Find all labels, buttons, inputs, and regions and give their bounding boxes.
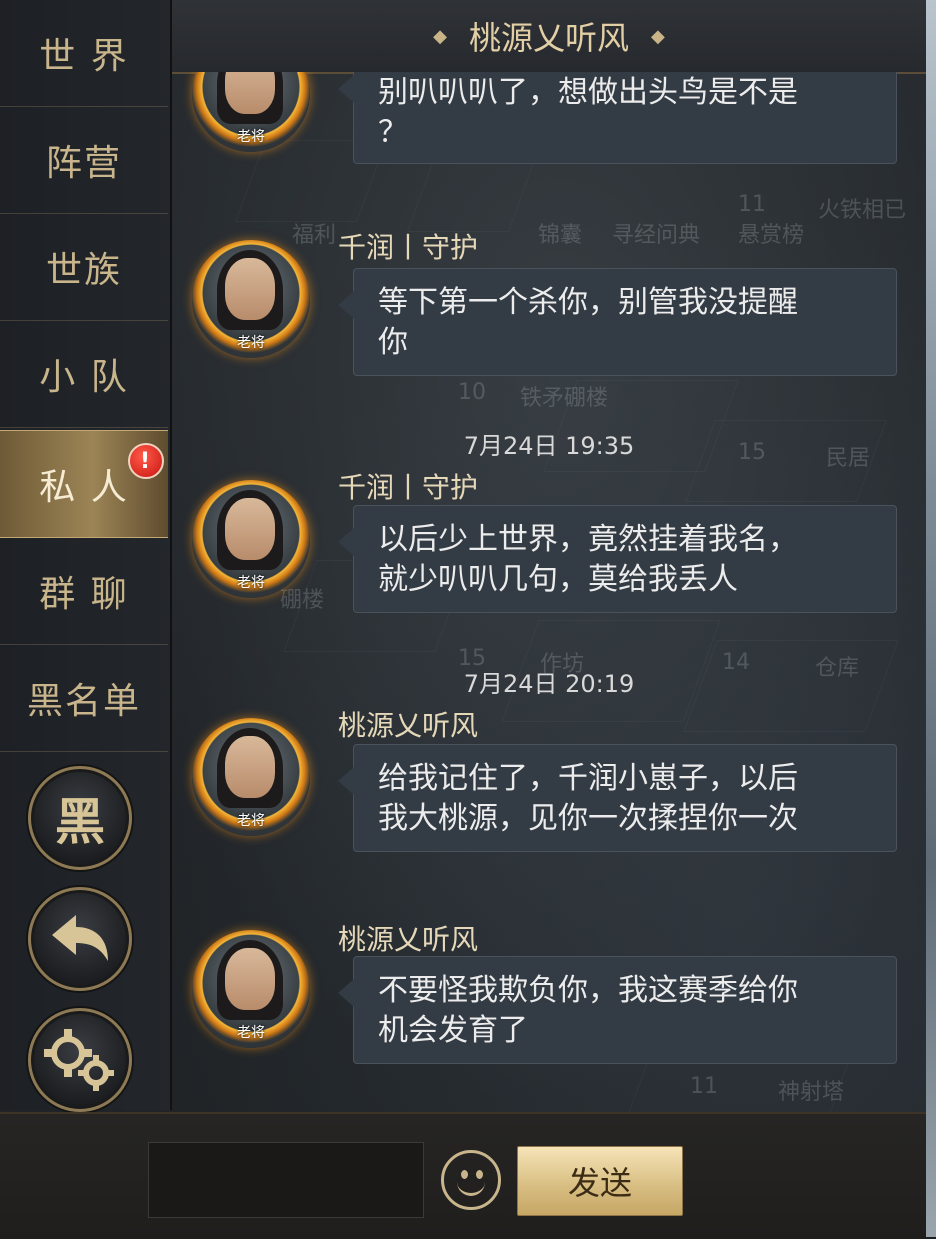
message-line: 我大桃源，见你一次揉捏你一次 [378, 801, 798, 836]
chat-titlebar: ◆ 桃源乂听风 ◆ [172, 0, 926, 74]
message-list[interactable]: 老将 别叭叭叭了，想做出头鸟是不是 ？ 千润丨守护 老将 等下第一个杀你，别管我… [172, 72, 926, 1110]
sender-name: 千润丨守护 [338, 231, 479, 264]
message-line: 等下第一个杀你，别管我没提醒 [378, 285, 798, 320]
gear-icon [44, 1029, 114, 1091]
tab-team[interactable]: 小 队 [0, 321, 168, 428]
avatar-tag: 老将 [237, 575, 265, 591]
settings-button[interactable] [28, 1008, 132, 1112]
tab-group-chat[interactable]: 群 聊 [0, 538, 168, 645]
message-line: 机会发育了 [378, 1013, 528, 1048]
message-bubble: 别叭叭叭了，想做出头鸟是不是 ？ [338, 72, 897, 164]
avatar-tag: 老将 [237, 129, 265, 145]
avatar-face [225, 948, 275, 1010]
message-line: ？ [378, 115, 408, 150]
send-button-label: 发送 [567, 1164, 632, 1202]
tab-label: 私 人 [39, 467, 129, 508]
message-line: 你 [378, 325, 408, 360]
avatar-face [225, 72, 275, 114]
message-bubble: 以后少上世界，竟然挂着我名， 就少叭叭几句，莫给我丢人 [338, 505, 897, 613]
send-button[interactable]: 发送 [517, 1146, 683, 1216]
tab-label: 世族 [45, 250, 122, 291]
smiley-mouth-icon [457, 1175, 485, 1196]
message-line: 给我记住了，千润小崽子，以后 [378, 761, 798, 796]
avatar[interactable]: 老将 [192, 718, 310, 836]
tab-faction[interactable]: 阵营 [0, 107, 168, 214]
avatar-face [225, 498, 275, 560]
tab-label: 阵营 [45, 143, 122, 184]
avatar[interactable]: 老将 [192, 930, 310, 1048]
tab-world[interactable]: 世 界 [0, 0, 168, 107]
avatar-tag: 老将 [237, 1025, 265, 1041]
message-bubble: 等下第一个杀你，别管我没提醒 你 [338, 268, 897, 376]
message-bubble: 给我记住了，千润小崽子，以后 我大桃源，见你一次揉捏你一次 [338, 744, 897, 852]
avatar-tag: 老将 [237, 335, 265, 351]
back-arrow-icon [52, 915, 108, 961]
message-line: 别叭叭叭了，想做出头鸟是不是 [378, 75, 798, 110]
sender-name: 桃源乂听风 [338, 709, 479, 742]
blacklist-button[interactable]: 黑 [28, 766, 132, 870]
message-line: 就少叭叭几句，莫给我丢人 [378, 562, 738, 597]
back-button[interactable] [28, 887, 132, 991]
tab-blacklist[interactable]: 黑名单 [0, 645, 168, 752]
chat-input-bar: 发送 [0, 1112, 926, 1239]
blacklist-button-label: 黑 [55, 792, 105, 851]
sender-name: 千润丨守护 [338, 471, 479, 504]
tab-label: 小 队 [39, 357, 129, 398]
message-bubble: 不要怪我欺负你，我这赛季给你 机会发育了 [338, 956, 897, 1064]
avatar[interactable]: 老将 [192, 480, 310, 598]
message-line: 以后少上世界，竟然挂着我名， [378, 522, 798, 557]
tab-label: 群 聊 [39, 574, 129, 615]
diamond-ornament-icon: ◆ [433, 25, 447, 47]
message-timestamp: 7月24日 19:35 [463, 432, 635, 460]
avatar-face [225, 258, 275, 320]
channel-sidebar: 世 界 阵营 世族 小 队 私 人 ! 群 聊 黑名单 黑 [0, 0, 172, 1112]
emoji-button[interactable] [441, 1150, 501, 1210]
chat-partner-title: 桃源乂听风 [468, 19, 629, 57]
avatar[interactable]: 老将 [192, 240, 310, 358]
avatar-face [225, 736, 275, 798]
avatar-tag: 老将 [237, 813, 265, 829]
avatar[interactable]: 老将 [192, 72, 310, 152]
tab-private[interactable]: 私 人 ! [0, 430, 168, 538]
diamond-ornament-icon: ◆ [651, 25, 665, 47]
message-timestamp: 7月24日 20:19 [463, 670, 635, 698]
tab-clan[interactable]: 世族 [0, 214, 168, 321]
tab-label: 世 界 [39, 36, 129, 77]
message-line: 不要怪我欺负你，我这赛季给你 [378, 973, 798, 1008]
screen-edge-strip [926, 0, 936, 1237]
sender-name: 桃源乂听风 [338, 923, 479, 956]
alert-badge: ! [128, 443, 164, 479]
tab-label: 黑名单 [26, 681, 141, 722]
message-input[interactable] [148, 1142, 424, 1218]
